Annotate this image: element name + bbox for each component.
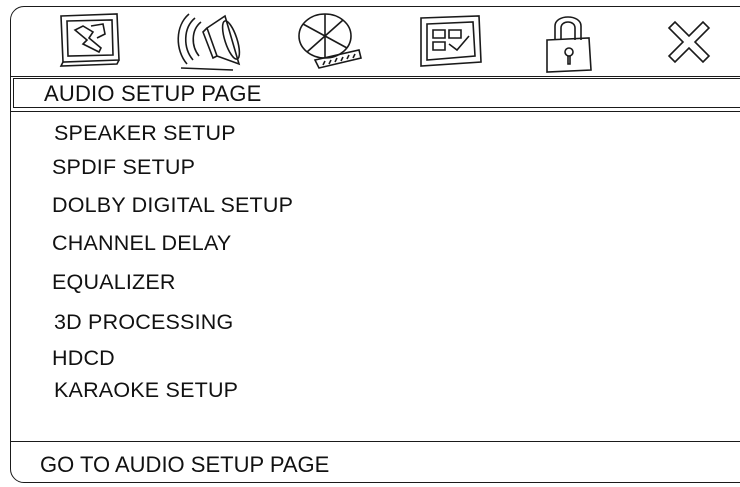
password-lock-icon[interactable] <box>533 10 605 74</box>
title-divider <box>10 111 740 112</box>
menu-item-hdcd[interactable]: HDCD <box>52 346 115 371</box>
page-title: AUDIO SETUP PAGE <box>44 81 262 106</box>
audio-setup-icon[interactable] <box>173 10 245 74</box>
status-text: GO TO AUDIO SETUP PAGE <box>40 452 330 477</box>
exit-icon[interactable] <box>653 10 725 74</box>
menu-item-channel-delay[interactable]: CHANNEL DELAY <box>52 231 231 256</box>
video-setup-icon[interactable] <box>293 10 365 74</box>
preference-icon[interactable] <box>413 10 485 74</box>
menu-item-3d-processing[interactable]: 3D PROCESSING <box>54 310 233 335</box>
menu-item-karaoke-setup[interactable]: KARAOKE SETUP <box>54 378 238 403</box>
menu-item-equalizer[interactable]: EQUALIZER <box>52 270 176 295</box>
general-setup-icon[interactable] <box>53 10 125 74</box>
menu-item-spdif-setup[interactable]: SPDIF SETUP <box>52 155 195 180</box>
menu-item-dolby-digital-setup[interactable]: DOLBY DIGITAL SETUP <box>52 193 293 218</box>
status-divider <box>10 441 740 442</box>
toolbar-divider <box>10 76 740 77</box>
setup-toolbar <box>10 6 740 78</box>
menu-item-speaker-setup[interactable]: SPEAKER SETUP <box>54 121 236 146</box>
